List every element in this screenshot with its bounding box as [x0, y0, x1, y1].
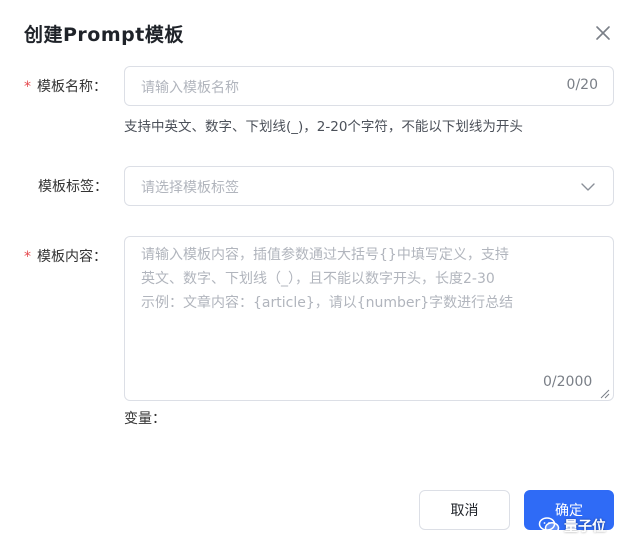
template-name-input[interactable]: 请输入模板名称 0/20	[124, 66, 614, 106]
template-content-placeholder-line: 示例：文章内容：{article}，请以{number}字数进行总结	[141, 295, 514, 311]
template-name-counter: 0/20	[566, 77, 598, 93]
resize-handle-icon[interactable]	[599, 388, 610, 399]
required-mark: *	[24, 249, 31, 265]
template-content-counter: 0/2000	[543, 374, 593, 390]
template-content-placeholder-line: 请输入模板内容，插值参数通过大括号{}中填写定义，支持	[141, 247, 509, 263]
template-name-label: * 模板名称：	[24, 76, 107, 96]
watermark-text: 量子位	[564, 519, 606, 535]
template-content-placeholder-line: 英文、数字、下划线（_），且不能以数字开头，长度2-30	[141, 271, 495, 287]
variables-label: 变量：	[124, 411, 166, 427]
dialog-title: 创建Prompt模板	[24, 24, 184, 46]
create-prompt-template-dialog: 创建Prompt模板 * 模板名称： 请输入模板名称 0/20 支持中英文、数字、…	[0, 0, 640, 554]
template-content-label: * 模板内容：	[24, 246, 107, 266]
template-tags-label: 模板标签：	[38, 179, 108, 195]
close-button[interactable]	[590, 20, 616, 46]
wechat-icon	[538, 517, 560, 534]
close-icon	[596, 26, 610, 40]
template-name-placeholder: 请输入模板名称	[141, 80, 239, 96]
template-name-label-text: 模板名称：	[37, 79, 107, 95]
cancel-button[interactable]: 取消	[419, 490, 510, 530]
chevron-down-icon	[581, 183, 595, 191]
template-tags-placeholder: 请选择模板标签	[141, 180, 239, 196]
template-tags-select[interactable]: 请选择模板标签	[124, 166, 614, 206]
template-name-hint: 支持中英文、数字、下划线(_)，2-20个字符，不能以下划线为开头	[124, 119, 523, 135]
template-content-label-text: 模板内容：	[37, 249, 107, 265]
required-mark: *	[24, 79, 31, 95]
watermark: 量子位	[538, 514, 606, 538]
